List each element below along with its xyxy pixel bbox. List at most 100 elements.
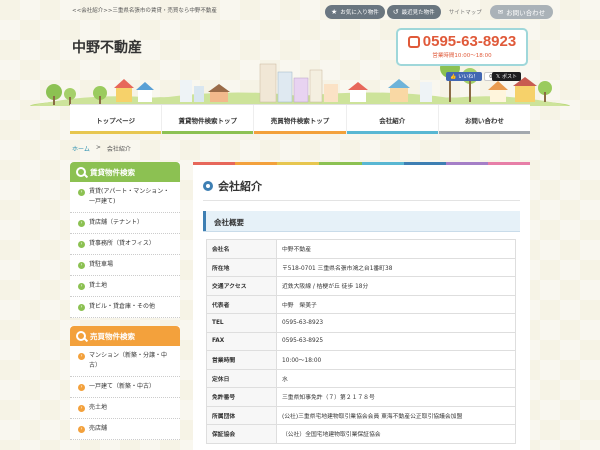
row-value: (公社)三重県宅地建物取引業協会会員 東海不動産公正取引協議会加盟: [276, 405, 516, 425]
site-header: <<会社紹介>>三重県名張市の賃貸・売買なら中野不動産 ★ お気に入り物件 ↺ …: [0, 0, 600, 106]
company-profile-table: 会社名 中野不動産 所在地 〒518-0701 三重県名張市鴻之台1番町38 交通ア…: [206, 239, 516, 444]
rent-search-panel: 賃貸物件検索 › 賃貸(アパート・マンション・一戸建て) › 貸店舗（テナント）…: [70, 162, 180, 318]
table-row: 営業時間 10:00～18:00: [206, 350, 516, 370]
sidebar-item-label: 貸駐車場: [89, 261, 114, 268]
row-value: 0595-63-8923: [276, 313, 516, 333]
rent-search-title: 賃貸物件検索: [90, 167, 135, 177]
sidebar-item-sale-mansion[interactable]: › マンション（新築・分譲・中古）: [70, 346, 180, 377]
chevron-right-icon: ›: [78, 220, 85, 227]
history-button[interactable]: ↺ 最近見た物件: [386, 5, 441, 19]
sidebar-item-label: 貸ビル・貸倉庫・その他: [89, 303, 156, 310]
contact-button[interactable]: ✉ お問い合わせ: [489, 5, 554, 19]
sidebar-item-label: 売店舗: [89, 425, 108, 432]
chevron-right-icon: ›: [78, 384, 85, 391]
sidebar-item-rent-land[interactable]: › 貸土地: [70, 276, 180, 297]
favorites-label: お気に入り物件: [340, 10, 379, 16]
sidebar-item-label: 貸事務所（貸オフィス）: [89, 240, 155, 247]
sidebar-item-rent-residential[interactable]: › 賃貸(アパート・マンション・一戸建て): [70, 182, 180, 213]
phone-panel[interactable]: 0595-63-8923 営業時間10:00～18:00: [396, 28, 528, 66]
row-value: 三重県知事免許（７）第２１７８号: [276, 387, 516, 407]
nav-item-label: 会社紹介: [379, 117, 406, 125]
breadcrumb: ホーム > 会社紹介: [72, 144, 131, 153]
nav-item-sale-search[interactable]: 売買物件検索トップ: [254, 105, 347, 134]
x-logo-icon: 𝕏: [496, 73, 501, 80]
sidebar-item-rent-office[interactable]: › 貸事務所（貸オフィス）: [70, 234, 180, 255]
nav-item-contact[interactable]: お問い合わせ: [438, 105, 531, 134]
sidebar-item-rent-store[interactable]: › 貸店舗（テナント）: [70, 213, 180, 234]
nav-accent-bar: [254, 131, 346, 134]
nav-accent-bar: [346, 131, 438, 134]
row-key: TEL: [206, 313, 277, 333]
global-nav: トップページ 賃貸物件検索トップ 売買物件検索トップ 会社紹介 お問い合わせ: [70, 104, 531, 134]
table-row: 所属団体 (公社)三重県宅地建物取引業協会会員 東海不動産公正取引協議会加盟: [206, 405, 516, 425]
rent-search-heading: 賃貸物件検索: [70, 162, 180, 182]
nav-item-label: 売買物件検索トップ: [270, 117, 330, 125]
sidebar-item-label: 一戸建て（新築・中古）: [89, 383, 156, 390]
table-row: 保証協会 （公社）全国宅地建物取引業保証協会: [206, 424, 516, 444]
chevron-right-icon: ›: [78, 241, 85, 248]
facebook-like-button[interactable]: 👍 いいね！: [446, 72, 483, 81]
row-value: （公社）全国宅地建物取引業保証協会: [276, 424, 516, 444]
page-title: 会社紹介: [203, 178, 530, 194]
chevron-right-icon: ›: [78, 262, 85, 269]
section-heading: 会社概要: [203, 211, 520, 231]
sidebar-item-label: 賃貸(アパート・マンション・一戸建て): [89, 188, 170, 205]
row-key: 保証協会: [206, 424, 277, 444]
table-row: FAX 0595-63-8925: [206, 331, 516, 351]
nav-accent-bar: [162, 131, 254, 134]
nav-item-label: 賃貸物件検索トップ: [178, 117, 238, 125]
nav-item-label: お問い合わせ: [464, 117, 504, 125]
sidebar-item-label: マンション（新築・分譲・中古）: [89, 352, 168, 369]
search-icon: [76, 167, 86, 177]
main-content: 会社紹介 会社概要 会社名 中野不動産 所在地 〒518-0701 三重県名張市鴻之…: [193, 162, 530, 450]
nav-accent-bar: [70, 131, 162, 134]
nav-accent-bar: [438, 131, 531, 134]
facebook-like-label: いいね！: [458, 74, 479, 80]
row-value: 0595-63-8925: [276, 331, 516, 351]
chevron-right-icon: ›: [78, 304, 85, 311]
nav-item-top[interactable]: トップページ: [70, 105, 163, 134]
page-title-text: 会社紹介: [218, 180, 262, 193]
sidebar-item-rent-parking[interactable]: › 貸駐車場: [70, 255, 180, 276]
sidebar-item-sale-house[interactable]: › 一戸建て（新築・中古）: [70, 377, 180, 398]
table-row: 免許番号 三重県知事免許（７）第２１７８号: [206, 387, 516, 407]
circle-bullet-icon: [203, 181, 213, 191]
title-divider: [203, 200, 520, 201]
table-row: 定休日水: [206, 368, 516, 388]
breadcrumb-home-link[interactable]: ホーム: [72, 144, 90, 153]
nav-item-rent-search[interactable]: 賃貸物件検索トップ: [162, 105, 255, 134]
site-tagline: <<会社紹介>>三重県名張市の賃貸・売買なら中野不動産: [72, 8, 217, 14]
chevron-right-icon: ›: [78, 283, 85, 290]
breadcrumb-separator: >: [95, 144, 101, 151]
table-row: 会社名 中野不動産: [206, 239, 516, 259]
rainbow-divider: [193, 162, 530, 165]
row-value: 近鉄大阪線 / 桔梗が丘 徒歩 18分: [276, 276, 516, 296]
x-post-widget: 𝕏 ポスト: [492, 72, 522, 81]
mail-icon: ✉: [497, 8, 504, 16]
favorites-button[interactable]: ★ お気に入り物件: [325, 5, 385, 19]
row-key: 交通アクセス: [206, 276, 277, 296]
chevron-right-icon: ›: [78, 353, 85, 360]
header-utility-bar: ★ お気に入り物件 ↺ 最近見た物件 サイトマップ ✉ お問い合わせ: [325, 5, 554, 19]
sitemap-link[interactable]: サイトマップ: [449, 8, 482, 16]
row-key: FAX: [206, 331, 277, 351]
table-row: 交通アクセス 近鉄大阪線 / 桔梗が丘 徒歩 18分: [206, 276, 516, 296]
row-key: 免許番号: [206, 387, 277, 407]
sidebar-item-sale-store[interactable]: › 売店舗: [70, 419, 180, 440]
phone-icon: [407, 35, 420, 48]
sidebar-item-rent-building[interactable]: › 貸ビル・貸倉庫・その他: [70, 297, 180, 318]
sidebar: 賃貸物件検索 › 賃貸(アパート・マンション・一戸建て) › 貸店舗（テナント）…: [70, 162, 180, 448]
business-hours: 営業時間10:00～18:00: [432, 53, 492, 59]
row-key: 定休日: [206, 368, 277, 388]
sale-search-panel: 売買物件検索 › マンション（新築・分譲・中古） › 一戸建て（新築・中古） ›…: [70, 326, 180, 440]
row-value: 〒518-0701 三重県名張市鴻之台1番町38: [276, 257, 516, 277]
x-post-button[interactable]: 𝕏 ポスト: [492, 72, 522, 81]
facebook-like-widget: 👍 いいね！ 0: [446, 72, 498, 81]
thumbs-up-icon: 👍: [450, 73, 457, 80]
sidebar-item-sale-land[interactable]: › 売土地: [70, 398, 180, 419]
nav-item-company[interactable]: 会社紹介: [346, 105, 439, 134]
row-value: 10:00～18:00: [276, 350, 516, 370]
sidebar-item-label: 売土地: [89, 404, 108, 411]
nav-item-label: トップページ: [96, 117, 136, 125]
chevron-right-icon: ›: [78, 405, 85, 412]
